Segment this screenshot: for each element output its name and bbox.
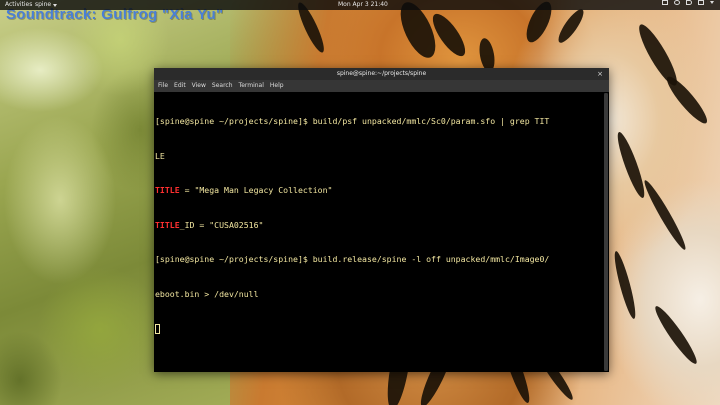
terminal-line: TITLE_ID = "CUSA02516" [155, 220, 600, 232]
menu-view[interactable]: View [189, 80, 209, 92]
volume-icon [686, 0, 692, 5]
terminal-output[interactable]: [spine@spine ~/projects/spine]$ build/ps… [155, 93, 600, 370]
menu-file[interactable]: File [154, 80, 171, 92]
text-cursor [155, 324, 160, 334]
network-icon [674, 0, 680, 5]
battery-icon [698, 0, 704, 5]
terminal-line-text: = "Mega Man Legacy Collection" [179, 185, 333, 195]
window-title: spine@spine:~/projects/spine [336, 70, 427, 77]
terminal-titlebar[interactable]: spine@spine:~/projects/spine × [154, 68, 609, 80]
grep-match: TITLE [155, 219, 180, 230]
app-menu[interactable]: spine [35, 0, 58, 10]
terminal-menubar: File Edit View Search Terminal Help [154, 80, 609, 92]
terminal-line: [spine@spine ~/projects/spine]$ build/ps… [155, 116, 550, 126]
terminal-line: LE [155, 150, 165, 161]
chevron-down-icon [710, 1, 714, 4]
terminal-window[interactable]: spine@spine:~/projects/spine × File Edit… [154, 68, 609, 372]
chevron-down-icon [53, 3, 58, 7]
menu-edit[interactable]: Edit [171, 80, 189, 92]
terminal-scrollbar[interactable] [604, 93, 608, 371]
screen-icon [662, 0, 668, 5]
activities-button[interactable]: Activities [5, 0, 32, 10]
app-menu-label: spine [35, 1, 52, 8]
scrollbar-thumb[interactable] [604, 93, 608, 371]
terminal-line [155, 323, 600, 335]
terminal-line: eboot.bin > /dev/null [155, 288, 259, 299]
close-icon[interactable]: × [596, 68, 604, 80]
terminal-line-text: _ID = "CUSA02516" [179, 219, 264, 230]
terminal-line: TITLE = "Mega Man Legacy Collection" [155, 185, 600, 197]
clock[interactable]: Mon Apr 3 21:40 [338, 0, 388, 10]
system-tray[interactable] [662, 0, 714, 5]
menu-search[interactable]: Search [209, 80, 236, 92]
terminal-line: [spine@spine ~/projects/spine]$ build.re… [155, 254, 550, 264]
grep-match: TITLE [155, 185, 180, 195]
menu-help[interactable]: Help [267, 80, 287, 92]
top-bar: Activities spine Mon Apr 3 21:40 [0, 0, 720, 10]
menu-terminal[interactable]: Terminal [236, 80, 267, 92]
